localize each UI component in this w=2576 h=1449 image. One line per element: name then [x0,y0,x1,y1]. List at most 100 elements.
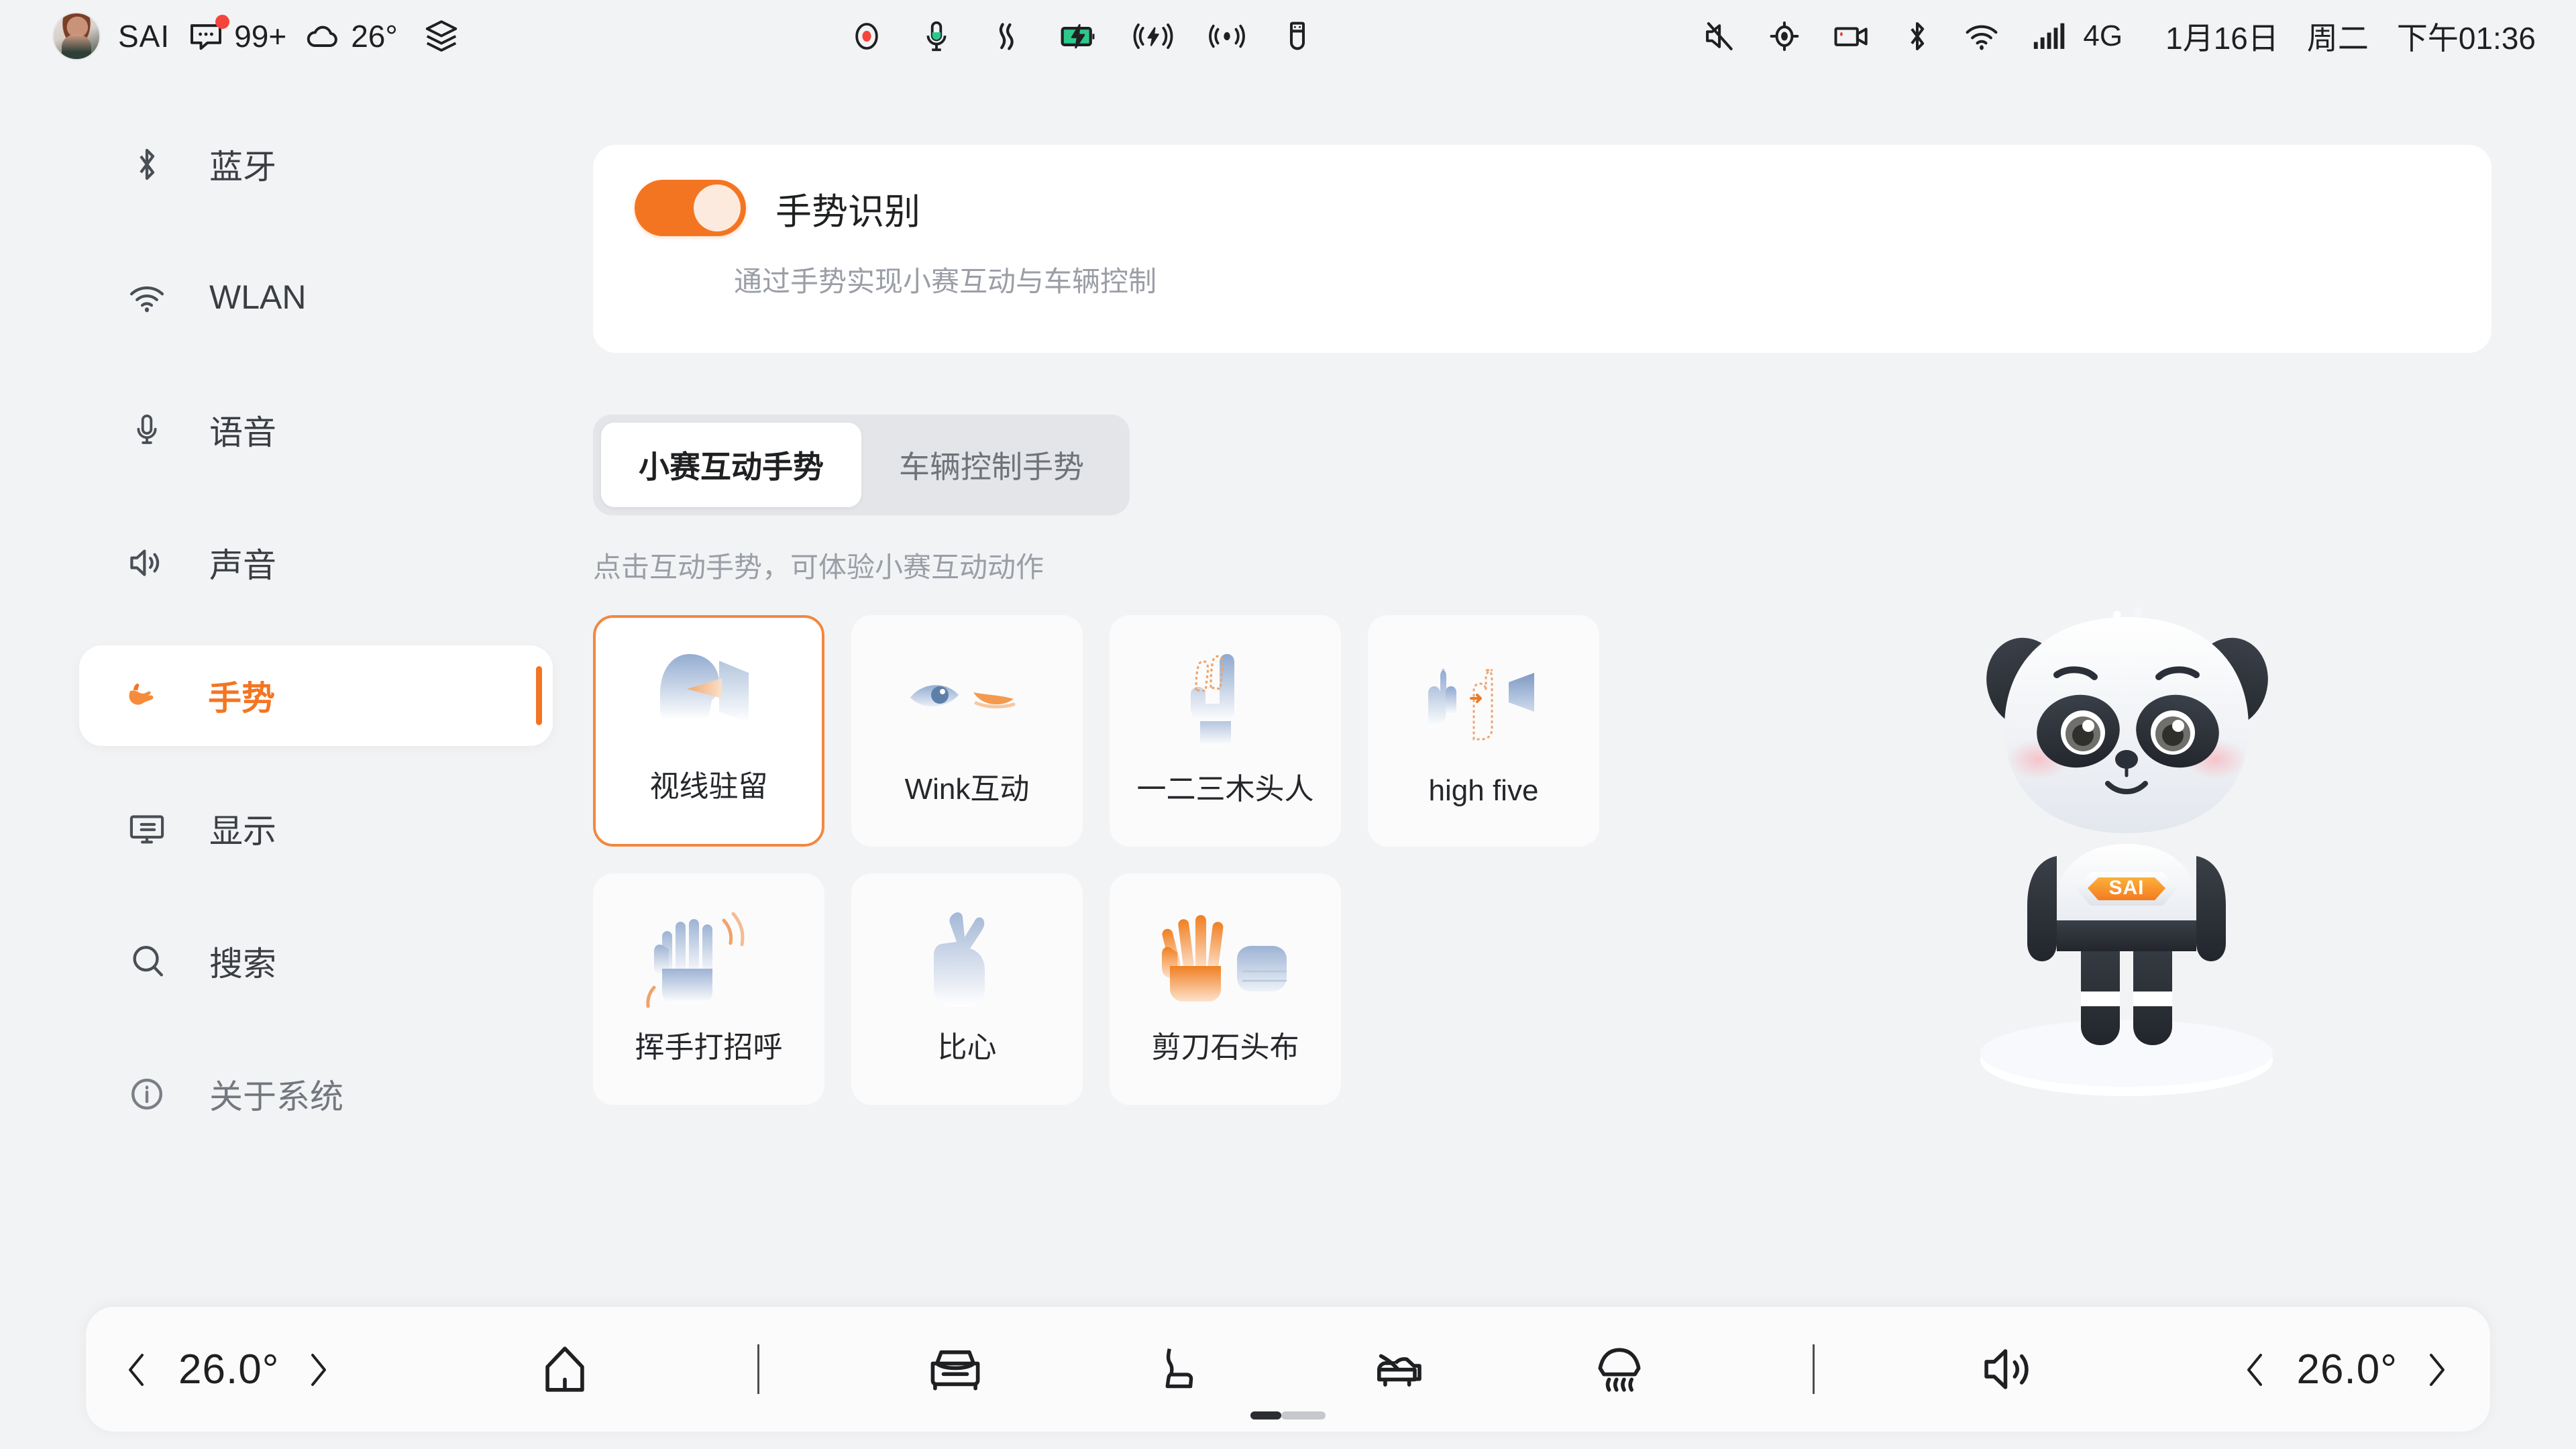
hand-pointer-icon [125,675,166,716]
cellular-signal-icon[interactable] [2029,18,2067,54]
gesture-card-finger-heart[interactable]: 比心 [851,873,1083,1105]
gesture-card-label: 剪刀石头布 [1151,1031,1299,1064]
layers-icon[interactable] [422,17,461,56]
sidebar-item-label: 搜索 [209,945,276,983]
gesture-recognition-title: 手势识别 [775,191,920,232]
seat-icon[interactable] [1150,1341,1200,1397]
microphone-icon [126,409,168,451]
status-bar: SAI 99+ 26° 4G 1月16日 周二 下午01:36 [0,0,2576,72]
volume-icon[interactable] [1979,1341,2039,1397]
left-temperature-control: 26.0° [86,1346,372,1393]
sidebar-item-search[interactable]: 搜索 [80,911,550,1012]
gesture-card-label: high five [1428,774,1539,807]
gesture-hint-text: 点击互动手势，可体验小赛互动动作 [593,551,1044,583]
wifi-icon[interactable] [1962,18,2001,54]
page-indicator-active [1250,1411,1281,1419]
wink-eye-art [897,650,1038,751]
messages-count: 99+ [234,19,287,54]
location-icon[interactable] [1766,18,1803,54]
dock-divider [757,1344,760,1394]
status-bar-right: 4G 1月16日 周二 下午01:36 [1702,14,2576,58]
gaze-dwell-art [639,650,780,751]
display-icon [126,808,168,849]
right-temperature-value: 26.0° [2296,1346,2398,1393]
avatar[interactable] [52,12,101,60]
rock-paper-scissors-art [1155,908,1296,1009]
gesture-recognition-card: 手势识别 通过手势实现小赛互动与车辆控制 [593,145,2491,353]
dock-divider [1812,1344,1815,1394]
page-indicator[interactable] [1250,1411,1326,1419]
toggle-knob [694,184,741,231]
unread-badge-dot [215,15,230,29]
high-five-art [1413,650,1554,751]
gesture-card-high-five[interactable]: high five [1368,615,1599,847]
user-name: SAI [118,19,170,54]
gesture-card-label: Wink互动 [904,773,1030,806]
two-finger-art [1155,650,1296,751]
dashcam-icon[interactable] [1831,18,1872,54]
sai-panda-mascot[interactable]: SAI [1925,590,2328,1114]
sidebar: 蓝牙 WLAN 语音 声音 手势 显示 搜索 关于系统 [0,72,577,1449]
gesture-card-label: 一二三木头人 [1136,773,1314,806]
bluetooth-icon [126,144,168,185]
sidebar-item-label: 手势 [208,680,275,717]
gesture-card-rock-paper-scissors[interactable]: 剪刀石头布 [1110,873,1341,1105]
battery-charging-icon[interactable] [1058,18,1099,54]
wifi-icon [126,276,168,318]
gesture-card-gaze-dwell[interactable]: 视线驻留 [593,615,824,847]
sidebar-item-display[interactable]: 显示 [80,778,550,879]
mute-icon[interactable] [1702,18,1738,54]
sidebar-item-label: WLAN [209,278,307,316]
network-type: 4G [2083,19,2123,52]
tab-interactive-gestures[interactable]: 小赛互动手势 [601,423,861,507]
weather-group[interactable]: 26° [304,17,398,55]
gesture-card-wave-hello[interactable]: 挥手打招呼 [593,873,824,1105]
sidebar-item-label: 声音 [209,547,276,584]
weather-temp: 26° [351,19,398,54]
left-temp-decrease-button[interactable] [123,1349,153,1389]
trunk-icon[interactable] [1365,1341,1427,1397]
right-temperature-control: 26.0° [2204,1346,2490,1393]
sidebar-item-bluetooth[interactable]: 蓝牙 [80,114,550,215]
sidebar-item-about-system[interactable]: 关于系统 [80,1044,550,1144]
right-temp-decrease-button[interactable] [2242,1349,2271,1389]
status-bar-left: SAI 99+ 26° [0,12,461,60]
microphone-icon[interactable] [918,18,955,54]
defrost-icon[interactable] [1591,1341,1648,1397]
search-icon [126,941,168,982]
sidebar-item-label: 语音 [209,414,276,451]
sidebar-item-wlan[interactable]: WLAN [80,247,550,347]
finger-heart-art [897,908,1038,1009]
gesture-card-red-light-green-light[interactable]: 一二三木头人 [1110,615,1341,847]
sidebar-item-voice[interactable]: 语音 [80,380,550,480]
left-temp-increase-button[interactable] [305,1349,334,1389]
car-icon[interactable] [924,1341,986,1397]
sidebar-item-label: 蓝牙 [209,148,276,186]
wireless-charge-icon[interactable] [1133,18,1173,54]
speaker-icon [126,542,168,584]
cloud-icon [304,17,341,55]
home-icon[interactable] [537,1341,593,1397]
gesture-card-label: 视线驻留 [649,770,768,803]
messages-group[interactable]: 99+ [187,15,287,55]
waving-hand-art [639,908,780,1009]
toggle-row: 手势识别 [635,180,2491,236]
status-date: 1月16日 [2165,21,2279,56]
gesture-tabs: 小赛互动手势 车辆控制手势 [593,415,1130,515]
bluetooth-icon[interactable] [1900,18,1934,54]
sidebar-item-sound[interactable]: 声音 [80,513,550,613]
message-icon[interactable] [187,15,230,55]
svg-text:SAI: SAI [2108,877,2144,899]
sidebar-item-gesture[interactable]: 手势 [79,645,553,746]
air-flow-icon[interactable] [988,18,1024,54]
page-indicator-inactive [1281,1411,1326,1419]
tab-vehicle-control-gestures[interactable]: 车辆控制手势 [861,423,1122,507]
gesture-card-wink[interactable]: Wink互动 [851,615,1083,847]
sidebar-item-label: 显示 [209,812,276,850]
signal-broadcast-icon[interactable] [1207,18,1247,54]
record-icon[interactable] [849,18,885,54]
usb-icon[interactable] [1281,18,1314,54]
gesture-recognition-toggle[interactable] [635,180,746,236]
right-temp-increase-button[interactable] [2423,1349,2453,1389]
bottom-dock: 26.0° 26.0° [86,1307,2490,1432]
